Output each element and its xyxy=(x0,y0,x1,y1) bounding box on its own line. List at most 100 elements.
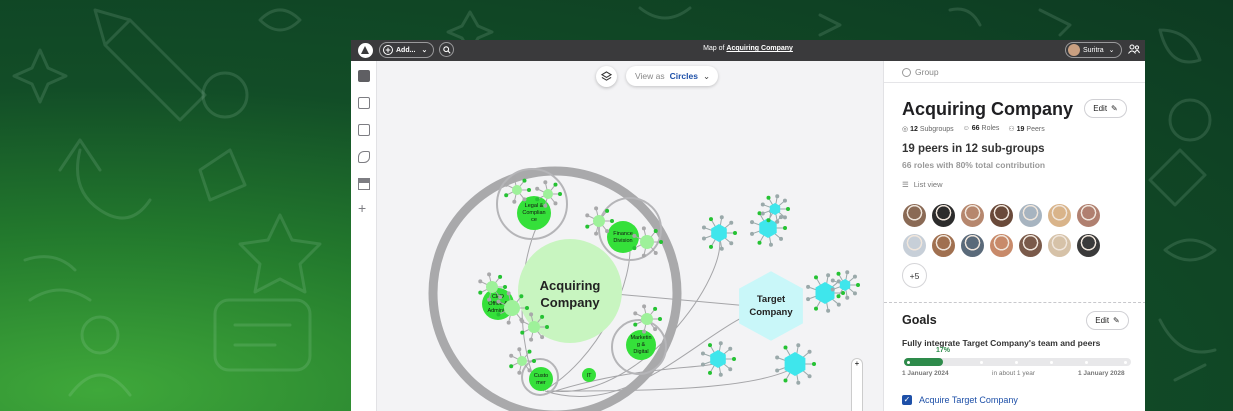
member-dot[interactable] xyxy=(732,357,736,361)
member-dot[interactable] xyxy=(852,291,857,296)
member-dot[interactable] xyxy=(852,274,857,279)
peer-avatar[interactable] xyxy=(1076,233,1101,258)
role-node[interactable] xyxy=(640,235,654,249)
more-peers-button[interactable]: +5 xyxy=(902,263,927,288)
target-subgroup-node[interactable] xyxy=(710,350,726,368)
member-dot[interactable] xyxy=(807,374,812,379)
role-node[interactable] xyxy=(504,300,520,316)
member-dot[interactable] xyxy=(527,349,532,354)
member-dot[interactable] xyxy=(845,295,850,300)
role-node[interactable] xyxy=(593,215,605,227)
peer-avatar[interactable] xyxy=(1076,203,1101,228)
member-dot[interactable] xyxy=(719,215,724,220)
list-view-button[interactable]: ☰ List view xyxy=(902,180,943,189)
task-checkbox[interactable]: ✓ xyxy=(902,395,912,405)
peer-avatar[interactable] xyxy=(960,203,985,228)
briefcase-icon[interactable] xyxy=(358,97,370,109)
member-dot[interactable] xyxy=(517,347,522,352)
member-dot[interactable] xyxy=(540,314,545,319)
member-dot[interactable] xyxy=(522,178,527,183)
member-dot[interactable] xyxy=(540,335,545,340)
peer-avatar[interactable] xyxy=(931,203,956,228)
member-dot[interactable] xyxy=(509,364,514,369)
member-dot[interactable] xyxy=(594,231,599,236)
member-dot[interactable] xyxy=(594,206,599,211)
member-dot[interactable] xyxy=(633,322,638,327)
member-dot[interactable] xyxy=(519,294,524,299)
people-icon[interactable] xyxy=(1128,44,1140,54)
member-dot[interactable] xyxy=(543,203,548,208)
member-dot[interactable] xyxy=(535,186,540,191)
member-dot[interactable] xyxy=(806,297,811,302)
member-dot[interactable] xyxy=(506,291,511,296)
member-dot[interactable] xyxy=(512,199,517,204)
member-dot[interactable] xyxy=(729,220,734,225)
member-dot[interactable] xyxy=(512,176,517,181)
member-dot[interactable] xyxy=(814,275,818,280)
member-dot[interactable] xyxy=(783,345,788,350)
member-dot[interactable] xyxy=(610,219,614,223)
goal-progress-track[interactable] xyxy=(904,358,1131,366)
role-node[interactable] xyxy=(528,321,540,333)
target-subgroup-node[interactable] xyxy=(815,282,835,304)
subgroup-customer-node[interactable] xyxy=(529,367,553,391)
user-menu[interactable]: Suritra ⌄ xyxy=(1065,42,1122,58)
member-dot[interactable] xyxy=(520,319,525,324)
zoom-in-button[interactable]: + xyxy=(855,359,860,368)
member-dot[interactable] xyxy=(775,219,780,224)
peer-avatar[interactable] xyxy=(1018,203,1043,228)
member-dot[interactable] xyxy=(708,343,712,348)
member-dot[interactable] xyxy=(498,295,503,300)
member-dot[interactable] xyxy=(733,231,737,235)
goals-edit-button[interactable]: Edit ✎ xyxy=(1086,311,1129,330)
layers-button[interactable] xyxy=(596,66,617,87)
flag-icon[interactable] xyxy=(358,178,370,190)
member-dot[interactable] xyxy=(700,362,705,367)
member-dot[interactable] xyxy=(796,380,801,385)
member-dot[interactable] xyxy=(718,372,723,377)
member-dot[interactable] xyxy=(718,341,723,346)
member-dot[interactable] xyxy=(775,368,780,373)
member-dot[interactable] xyxy=(527,368,532,373)
member-dot[interactable] xyxy=(782,215,787,220)
member-dot[interactable] xyxy=(728,346,733,351)
peer-avatar[interactable] xyxy=(989,233,1014,258)
member-dot[interactable] xyxy=(700,351,705,356)
member-dot[interactable] xyxy=(836,302,841,307)
member-dot[interactable] xyxy=(585,224,590,229)
member-dot[interactable] xyxy=(633,311,638,316)
peer-avatar[interactable] xyxy=(1047,203,1072,228)
member-dot[interactable] xyxy=(826,273,831,278)
member-dot[interactable] xyxy=(529,337,534,342)
member-dot[interactable] xyxy=(605,208,610,213)
member-dot[interactable] xyxy=(632,233,637,238)
member-dot[interactable] xyxy=(845,270,850,275)
edit-button[interactable]: Edit ✎ xyxy=(1084,99,1127,118)
member-dot[interactable] xyxy=(760,202,765,207)
member-dot[interactable] xyxy=(709,244,713,249)
member-dot[interactable] xyxy=(836,294,841,299)
role-node[interactable] xyxy=(486,281,498,293)
member-dot[interactable] xyxy=(786,207,790,211)
member-dot[interactable] xyxy=(529,312,534,317)
member-dot[interactable] xyxy=(545,325,549,329)
target-subgroup-node[interactable] xyxy=(711,224,727,242)
org-map[interactable]: Acquiring Company Legal & Complian ce Fi… xyxy=(377,61,883,411)
member-dot[interactable] xyxy=(708,370,712,375)
member-dot[interactable] xyxy=(806,284,811,289)
target-subgroup-node[interactable] xyxy=(839,279,851,291)
member-dot[interactable] xyxy=(553,201,558,206)
member-dot[interactable] xyxy=(553,182,558,187)
member-dot[interactable] xyxy=(558,192,562,196)
peer-avatar[interactable] xyxy=(960,233,985,258)
member-dot[interactable] xyxy=(659,240,663,244)
peer-avatar[interactable] xyxy=(1018,233,1043,258)
map-icon[interactable] xyxy=(358,70,370,82)
role-node[interactable] xyxy=(543,189,553,199)
peer-avatar[interactable] xyxy=(902,233,927,258)
member-dot[interactable] xyxy=(642,304,647,309)
map-canvas[interactable]: Acquiring Company Legal & Complian ce Fi… xyxy=(377,61,883,411)
member-dot[interactable] xyxy=(478,279,483,284)
member-dot[interactable] xyxy=(766,195,771,200)
member-dot[interactable] xyxy=(779,236,784,241)
